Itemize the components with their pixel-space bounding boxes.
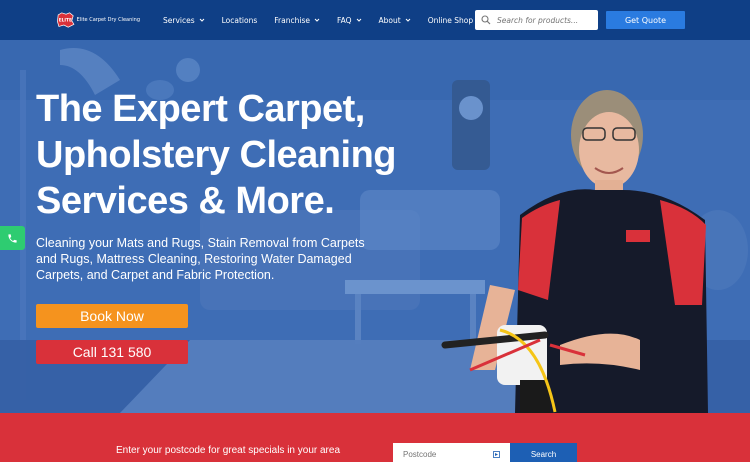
phone-float-button[interactable] (0, 226, 25, 250)
nav-locations[interactable]: Locations (222, 16, 258, 25)
get-quote-button[interactable]: Get Quote (606, 11, 685, 29)
logo[interactable]: ELITE Elite Carpet Dry Cleaning (56, 8, 140, 32)
postcode-strip: Enter your postcode for great specials i… (0, 413, 750, 462)
nav-locations-label: Locations (221, 15, 258, 25)
hero-section: The Expert Carpet, Upholstery Cleaning S… (0, 40, 750, 413)
hero-subtitle: Cleaning your Mats and Rugs, Stain Remov… (36, 236, 365, 282)
chevron-down-icon (199, 18, 204, 22)
nav-about[interactable]: About (379, 16, 411, 25)
book-now-button[interactable]: Book Now (36, 304, 188, 328)
site-header: ELITE Elite Carpet Dry Cleaning Services… (0, 0, 750, 40)
postcode-search-button[interactable]: Search (510, 443, 577, 462)
nav-online-shop-label: Online Shop (427, 15, 474, 25)
call-button[interactable]: Call 131 580 (36, 340, 188, 364)
main-nav: Services Locations Franchise FAQ About O… (163, 0, 500, 40)
autofill-icon (493, 450, 500, 458)
chevron-down-icon (356, 18, 361, 22)
logo-badge-text: ELITE (59, 17, 72, 23)
postcode-prompt: Enter your postcode for great specials i… (116, 445, 341, 456)
nav-services-label: Services (163, 15, 195, 25)
logo-name: Elite Carpet Dry Cleaning (76, 17, 140, 23)
nav-about-label: About (378, 15, 401, 25)
product-search-input[interactable] (497, 15, 592, 25)
phone-icon (8, 233, 17, 243)
nav-franchise[interactable]: Franchise (274, 16, 320, 25)
logo-badge-icon: ELITE (57, 12, 75, 28)
search-icon[interactable] (481, 15, 491, 25)
nav-faq[interactable]: FAQ (337, 16, 362, 25)
nav-services[interactable]: Services (163, 16, 205, 25)
nav-faq-label: FAQ (336, 15, 352, 25)
postcode-input[interactable] (403, 449, 493, 459)
product-search (475, 10, 598, 30)
chevron-down-icon (314, 18, 320, 22)
chevron-down-icon (405, 18, 411, 22)
nav-franchise-label: Franchise (274, 15, 310, 25)
postcode-field (393, 443, 510, 462)
hero-title: The Expert Carpet, Upholstery Cleaning S… (36, 88, 397, 222)
